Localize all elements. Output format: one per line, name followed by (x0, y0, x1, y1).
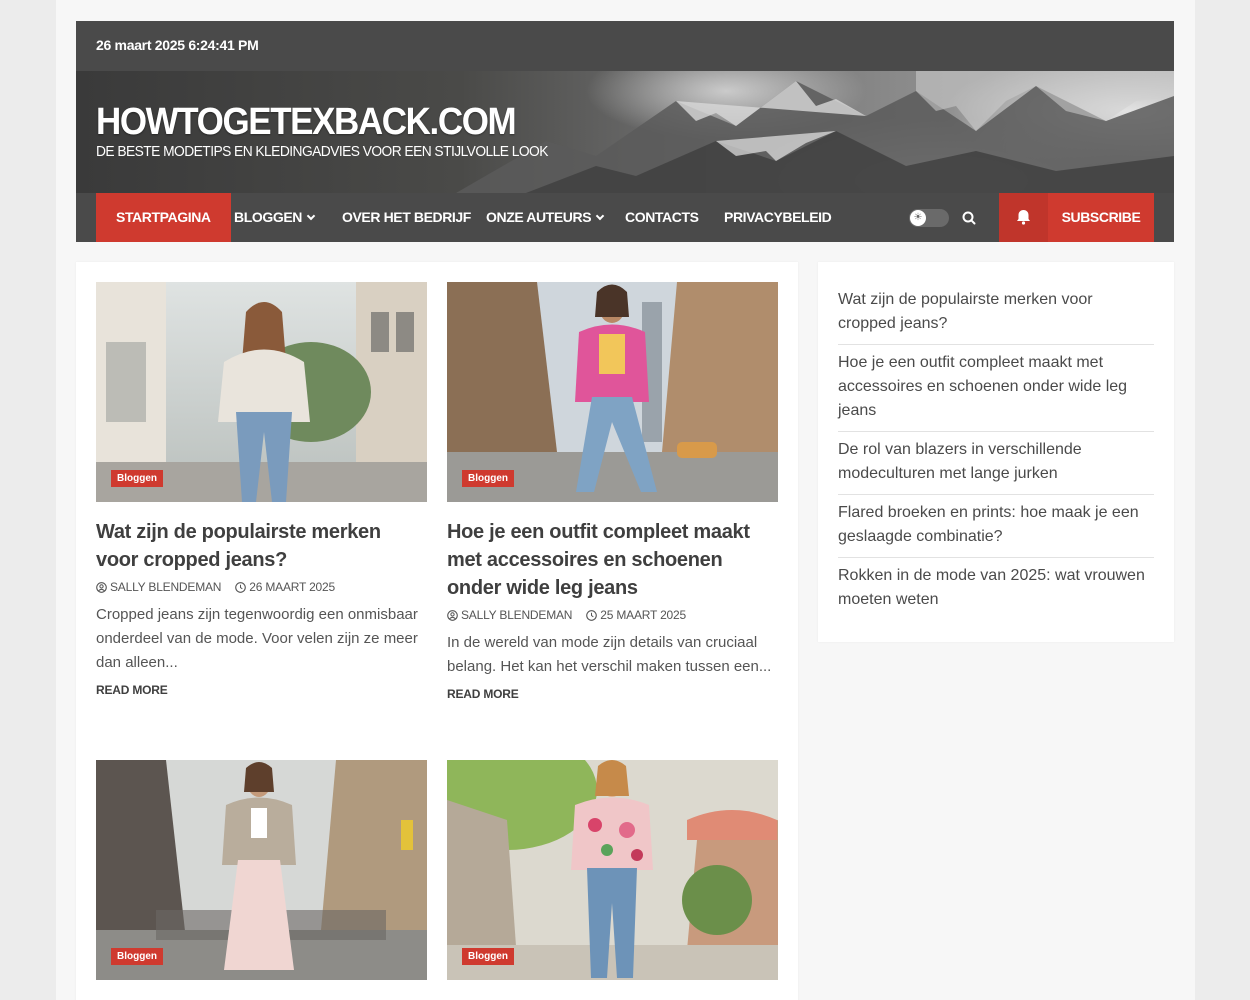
author-name: SALLY BLENDEMAN (461, 608, 573, 622)
current-datetime: 26 maart 2025 6:24:41 PM (96, 37, 259, 53)
post-meta: SALLY BLENDEMAN 26 MAART 2025 (96, 580, 427, 594)
site-tagline: DE BESTE MODETIPS EN KLEDINGADVIES VOOR … (96, 143, 548, 160)
post-card: Bloggen Wat zijn de populairste merken v… (96, 282, 427, 697)
post-author[interactable]: SALLY BLENDEMAN (96, 580, 221, 594)
nav-item-label: OVER HET BEDRIJF (342, 209, 471, 225)
nav-item-label: STARTPAGINA (116, 209, 211, 225)
post-title[interactable]: Hoe je een outfit compleet maakt met acc… (447, 518, 778, 602)
date-text: 25 MAART 2025 (600, 608, 686, 622)
post-author[interactable]: SALLY BLENDEMAN (447, 608, 572, 622)
post-date: 25 MAART 2025 (586, 608, 686, 622)
nav-item-over-het-bedrijf[interactable]: OVER HET BEDRIJF (342, 193, 471, 242)
nav-item-bloggen[interactable]: BLOGGEN (234, 193, 316, 242)
post-meta: SALLY BLENDEMAN 25 MAART 2025 (447, 608, 778, 622)
notification-button[interactable] (999, 193, 1048, 242)
read-more-link[interactable]: READ MORE (447, 687, 778, 701)
post-title[interactable]: Wat zijn de populairste merken voor crop… (96, 518, 427, 574)
chevron-down-icon (595, 211, 605, 221)
sidebar-post-link[interactable]: De rol van blazers in verschillende mode… (838, 432, 1154, 495)
post-image (96, 282, 427, 502)
nav-item-label: ONZE AUTEURS (486, 209, 592, 225)
post-excerpt: In de wereld van mode zijn details van c… (447, 634, 772, 675)
nav-item-onze-auteurs[interactable]: ONZE AUTEURS (486, 193, 605, 242)
subscribe-button[interactable]: SUBSCRIBE (1048, 193, 1154, 242)
nav-item-label: CONTACTS (625, 209, 699, 225)
post-grid: Bloggen Wat zijn de populairste merken v… (76, 262, 798, 1000)
sidebar-recent-posts: Wat zijn de populairste merken voor crop… (818, 262, 1174, 642)
post-thumbnail[interactable]: Bloggen (96, 760, 427, 980)
site-title[interactable]: HOWTOGETEXBACK.COM (96, 101, 517, 144)
post-image (96, 760, 427, 980)
post-image (447, 760, 778, 980)
nav-item-label: BLOGGEN (234, 209, 302, 225)
clock-icon (235, 581, 247, 593)
post-card: Bloggen (96, 760, 427, 980)
sun-icon: ☀ (910, 210, 926, 226)
nav-item-privacybeleid[interactable]: PRIVACYBELEID (724, 193, 832, 242)
sidebar-post-link[interactable]: Wat zijn de populairste merken voor crop… (838, 282, 1154, 345)
sidebar-post-link[interactable]: Hoe je een outfit compleet maakt met acc… (838, 345, 1154, 432)
category-badge[interactable]: Bloggen (111, 470, 163, 487)
post-card: Bloggen (447, 760, 778, 980)
main-navigation: STARTPAGINA BLOGGEN OVER HET BEDRIJF ONZ… (76, 193, 1174, 242)
header-banner: HOWTOGETEXBACK.COM DE BESTE MODETIPS EN … (76, 71, 1174, 193)
post-thumbnail[interactable]: Bloggen (96, 282, 427, 502)
post-date: 26 MAART 2025 (235, 580, 335, 594)
nav-item-startpagina[interactable]: STARTPAGINA (96, 193, 231, 242)
category-badge[interactable]: Bloggen (462, 948, 514, 965)
search-icon (962, 211, 976, 225)
top-bar: 26 maart 2025 6:24:41 PM (76, 21, 1174, 71)
nav-item-label: PRIVACYBELEID (724, 209, 832, 225)
clock-icon (586, 609, 598, 621)
bell-icon (1017, 210, 1030, 225)
user-icon (96, 581, 107, 593)
post-excerpt: Cropped jeans zijn tegenwoordig een onmi… (96, 606, 418, 671)
post-thumbnail[interactable]: Bloggen (447, 760, 778, 980)
category-badge[interactable]: Bloggen (462, 470, 514, 487)
sidebar-post-link[interactable]: Rokken in de mode van 2025: wat vrouwen … (838, 558, 1154, 620)
nav-item-contacts[interactable]: CONTACTS (625, 193, 699, 242)
post-thumbnail[interactable]: Bloggen (447, 282, 778, 502)
dark-mode-toggle[interactable]: ☀ (909, 209, 949, 227)
user-icon (447, 609, 458, 621)
post-card: Bloggen Hoe je een outfit compleet maakt… (447, 282, 778, 701)
category-badge[interactable]: Bloggen (111, 948, 163, 965)
sidebar-post-link[interactable]: Flared broeken en prints: hoe maak je ee… (838, 495, 1154, 558)
search-button[interactable] (958, 207, 980, 229)
read-more-link[interactable]: READ MORE (96, 683, 427, 697)
author-name: SALLY BLENDEMAN (110, 580, 222, 594)
chevron-down-icon (306, 211, 316, 221)
post-image (447, 282, 778, 502)
date-text: 26 MAART 2025 (249, 580, 335, 594)
